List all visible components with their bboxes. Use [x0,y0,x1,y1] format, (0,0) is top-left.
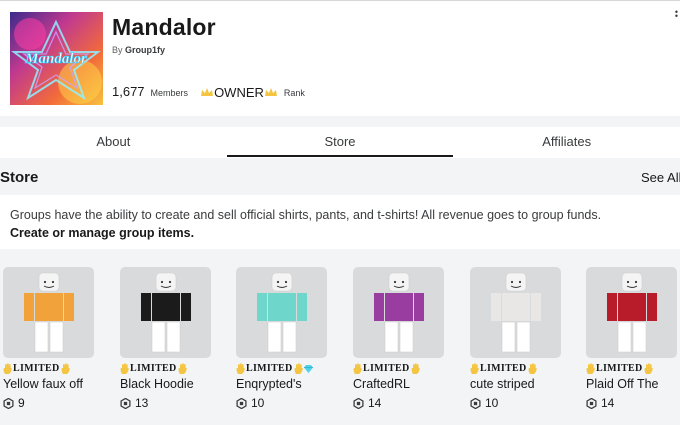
hand-icon [353,363,362,374]
robux-icon [3,397,14,409]
store-description-panel: Groups have the ability to create and se… [0,195,680,249]
limited-badge: LIMITED [3,363,110,374]
store-item-card[interactable]: LIMITED Enqrypted's 10 [233,267,343,410]
hand-icon [586,363,595,374]
more-options-icon[interactable]: • • [675,8,678,21]
group-icon-image[interactable]: Mandalor [10,12,103,105]
item-thumbnail[interactable] [236,267,327,358]
item-name[interactable]: cute striped [470,377,577,391]
avatar-figure-icon [490,272,541,352]
hand-icon [178,363,187,374]
group-stats: 1,677 Members OWNER Rank [112,84,305,100]
item-price: 14 [586,396,680,410]
item-thumbnail[interactable] [353,267,444,358]
tab-store[interactable]: Store [226,127,454,158]
limited-badge: LIMITED [470,363,577,374]
owner-name-link[interactable]: Group1fy [125,45,165,55]
avatar-figure-icon [606,272,657,352]
limited-label: LIMITED [363,363,410,374]
store-item-card[interactable]: LIMITED CraftedRL 14 [350,267,460,410]
item-price: 14 [353,396,460,410]
limited-label: LIMITED [13,363,60,374]
crown-icon [264,88,277,96]
avatar-figure-icon [256,272,307,352]
limited-badge: LIMITED [120,363,227,374]
item-price: 13 [120,396,227,410]
item-price-value: 13 [135,396,149,410]
item-name[interactable]: Black Hoodie [120,377,227,391]
item-name[interactable]: Yellow faux off [3,377,110,391]
avatar-figure-icon [140,272,191,352]
item-price-value: 10 [251,396,265,410]
hand-icon [644,363,653,374]
item-price: 9 [3,396,110,410]
store-item-list: LIMITED Yellow faux off 9 LIMITED Black Hood… [0,267,680,425]
store-item-card[interactable]: LIMITED Black Hoodie 13 [117,267,227,410]
hand-icon [470,363,479,374]
item-price: 10 [236,396,343,410]
store-item-card[interactable]: LIMITED cute striped 10 [467,267,577,410]
robux-icon [120,397,131,409]
avatar-figure-icon [373,272,424,352]
manage-items-link[interactable]: Create or manage group items. [10,226,194,240]
hand-icon [61,363,70,374]
item-price-value: 10 [485,396,499,410]
hand-icon [3,363,12,374]
members-count: 1,677 [112,84,145,99]
limited-label: LIMITED [480,363,527,374]
hand-icon [528,363,537,374]
item-thumbnail[interactable] [586,267,677,358]
hand-icon [120,363,129,374]
robux-icon [353,397,364,409]
see-all-button[interactable]: See All [641,170,680,185]
hand-icon [411,363,420,374]
group-owner-byline: By Group1fy [112,45,165,55]
store-item-card[interactable]: LIMITED Plaid Off The 14 [583,267,680,410]
robux-icon [236,397,247,409]
limited-label: LIMITED [246,363,293,374]
top-divider [0,0,680,1]
limited-label: LIMITED [596,363,643,374]
limited-badge: LIMITED [353,363,460,374]
byline-prefix: By [112,45,123,55]
item-thumbnail[interactable] [3,267,94,358]
item-price-value: 14 [601,396,615,410]
limited-badge: LIMITED [586,363,680,374]
store-description: Groups have the ability to create and se… [10,208,602,222]
limited-label: LIMITED [130,363,177,374]
item-price-value: 9 [18,396,25,410]
tab-affiliates[interactable]: Affiliates [453,127,680,158]
robux-icon [586,397,597,409]
group-name: Mandalor [112,14,216,40]
item-name[interactable]: Enqrypted's [236,377,343,391]
rank-name: OWNER [214,84,264,100]
svg-text:Mandalor: Mandalor [24,51,87,67]
avatar-figure-icon [23,272,74,352]
tab-about[interactable]: About [0,127,227,158]
group-header: Mandalor Mandalor By Group1fy 1,677 Memb… [0,0,680,116]
item-thumbnail[interactable] [120,267,211,358]
group-emblem-icon: Mandalor [10,12,103,105]
hand-icon [236,363,245,374]
rank-value: OWNER [200,85,278,100]
group-tabs: About Store Affiliates [0,127,680,158]
crown-icon [201,88,214,96]
diamond-icon [303,364,313,373]
store-heading: Store [0,169,39,186]
item-name[interactable]: Plaid Off The [586,377,680,391]
rank-label: Rank [283,88,305,98]
item-name[interactable]: CraftedRL [353,377,460,391]
members-label: Members [150,88,189,98]
item-price-value: 14 [368,396,382,410]
item-price: 10 [470,396,577,410]
limited-badge: LIMITED [236,363,343,374]
hand-icon [294,363,303,374]
robux-icon [470,397,481,409]
item-thumbnail[interactable] [470,267,561,358]
store-item-card[interactable]: LIMITED Yellow faux off 9 [0,267,110,410]
